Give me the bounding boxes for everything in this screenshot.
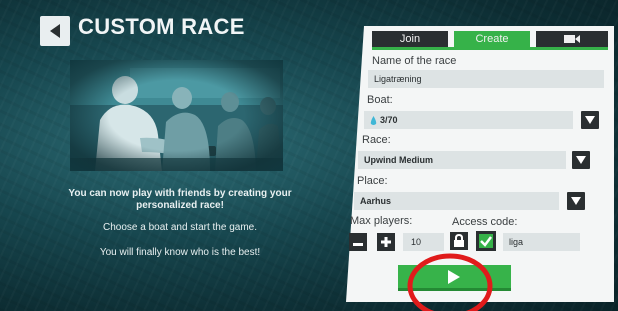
race-name-label: Name of the race	[372, 55, 457, 67]
place-select[interactable]: Aarhus	[354, 192, 559, 210]
access-code-input[interactable]: liga	[503, 233, 580, 251]
boat-sail-icon	[370, 115, 377, 125]
lock-icon	[454, 233, 464, 247]
race-name-input[interactable]: Ligatræning	[368, 70, 604, 88]
video-camera-icon	[564, 35, 580, 43]
max-players-label: Max players:	[350, 215, 413, 227]
race-dropdown-button[interactable]	[572, 151, 590, 169]
chevron-down-icon	[571, 197, 581, 205]
increase-players-button[interactable]	[377, 233, 395, 251]
race-type-label: Race:	[362, 134, 391, 146]
back-arrow-icon	[50, 24, 60, 38]
tab-underline	[372, 47, 608, 50]
tab-video[interactable]	[536, 31, 608, 48]
boat-value: 3/70	[380, 115, 398, 125]
decrease-players-button[interactable]	[349, 233, 367, 251]
minus-icon	[353, 243, 363, 246]
boat-select[interactable]: 3/70	[364, 111, 573, 129]
plus-icon	[381, 237, 391, 247]
boat-label: Boat:	[367, 94, 393, 106]
back-button[interactable]	[40, 16, 70, 46]
chevron-down-icon	[576, 156, 586, 164]
highlight-circle-annotation	[407, 253, 493, 311]
place-dropdown-button[interactable]	[567, 192, 585, 210]
checkmark-icon	[479, 234, 493, 248]
race-tabs: Join Create	[372, 31, 608, 48]
race-type-select[interactable]: Upwind Medium	[358, 151, 566, 169]
place-label: Place:	[357, 175, 388, 187]
gamers-illustration	[70, 60, 283, 171]
boat-dropdown-button[interactable]	[581, 111, 599, 129]
tab-create[interactable]: Create	[454, 31, 530, 48]
page-title: CUSTOM RACE	[78, 14, 245, 39]
info-text-best: You will finally know who is the best!	[99, 247, 261, 258]
tab-join[interactable]: Join	[372, 31, 448, 48]
access-code-label: Access code:	[452, 216, 518, 228]
chevron-down-icon	[585, 116, 595, 124]
info-text-intro: You can now play with friends by creatin…	[68, 188, 292, 211]
info-text-choose: Choose a boat and start the game.	[103, 222, 257, 233]
